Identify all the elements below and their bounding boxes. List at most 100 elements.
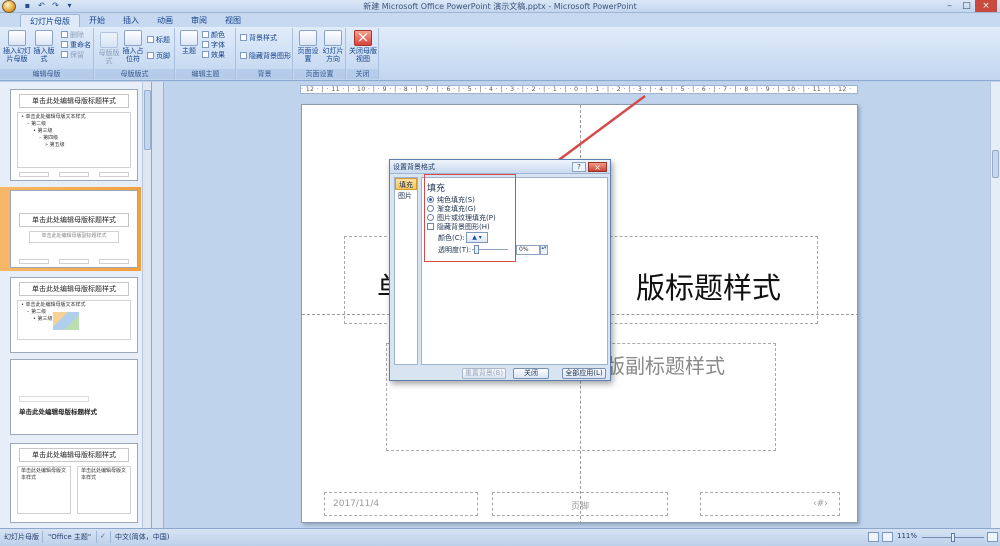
editor-scroll-thumb[interactable] (992, 150, 999, 178)
date-placeholder[interactable]: 2017/11/4 (324, 492, 478, 516)
status-separator (110, 531, 111, 543)
group-edit-master: 插入幻灯片母版 插入版式 删除 重命名 保留 编辑母版 (0, 28, 94, 79)
rename-button[interactable]: 重命名 (61, 41, 91, 50)
hide-background-checkbox[interactable]: 隐藏背景图形(H) (427, 223, 490, 232)
tab-review[interactable]: 审阅 (182, 14, 216, 27)
zoom-slider-thumb[interactable] (951, 533, 955, 542)
tab-insert[interactable]: 插入 (114, 14, 148, 27)
thumbnail-title-layout[interactable]: 单击此处编辑母版标题样式 单击此处编辑母版副标题样式 (10, 190, 138, 268)
thumbnail-body (19, 396, 89, 402)
dialog-close-button[interactable]: × (588, 162, 607, 172)
insert-slide-master-button[interactable]: 插入幻灯片母版 (3, 30, 31, 63)
fit-to-window-icon[interactable] (987, 532, 998, 542)
master-layout-button[interactable]: 母版版式 (97, 32, 121, 65)
tab-animations[interactable]: 动画 (148, 14, 182, 27)
slide-sorter-view-icon[interactable] (882, 532, 893, 542)
thumbnail-footer (99, 259, 129, 264)
radio-icon (427, 205, 434, 212)
insert-placeholder-button[interactable]: 插入占位符 (121, 30, 145, 63)
placeholder-icons (53, 312, 79, 330)
thumbnail-footer (19, 172, 49, 177)
thumbnail-master[interactable]: 单击此处编辑母版标题样式 • 单击此处编辑母版文本样式 – 第二级 • 第三级 … (10, 89, 138, 181)
group-label-edit-theme: 编辑主题 (176, 69, 235, 79)
status-view-mode: 幻灯片母版 (4, 533, 39, 541)
tab-slide-master[interactable]: 幻灯片母版 (20, 14, 80, 27)
thumbnail-title: 单击此处编辑母版标题样式 (19, 448, 129, 462)
radio-icon (427, 214, 434, 221)
fonts-button[interactable]: 字体 (202, 41, 225, 50)
thumbnail-section-header[interactable]: 单击此处编辑母版标题样式 (10, 359, 138, 435)
page-setup-icon (299, 30, 317, 46)
thumbnail-content-layout[interactable]: 单击此处编辑母版标题样式 • 单击此处编辑母版文本样式 – 第二级 • 第三级 (10, 277, 138, 353)
close-master-icon (354, 29, 372, 46)
minimize-button[interactable]: – (941, 0, 958, 12)
close-master-view-button[interactable]: 关闭母版视图 (349, 29, 377, 63)
thumbnail-footer (59, 172, 89, 177)
fonts-icon (202, 41, 209, 48)
thumbnail-title: 单击此处编辑母版标题样式 (19, 213, 129, 227)
title-text-right: 版标题样式 (635, 271, 781, 305)
transparency-label: 透明度(T): (438, 246, 472, 254)
tab-home[interactable]: 开始 (80, 14, 114, 27)
dialog-help-button[interactable]: ? (572, 162, 586, 172)
spellcheck-icon[interactable]: ✓ (100, 532, 106, 540)
delete-button[interactable]: 删除 (61, 31, 84, 40)
footer-checkbox[interactable]: 页脚 (147, 52, 170, 61)
hide-background-graphics-checkbox[interactable]: 隐藏背景图形 (240, 52, 291, 61)
group-close: 关闭母版视图 关闭 (347, 28, 379, 79)
theme-icon (180, 30, 198, 46)
thumbnail-title: 单击此处编辑母版标题样式 (19, 408, 97, 416)
thumbnail-scroll-thumb[interactable] (144, 90, 151, 150)
slide-orientation-button[interactable]: 幻灯片方向 (321, 30, 345, 63)
solid-fill-radio[interactable]: 纯色填充(S) (427, 196, 475, 205)
thumbnail-body: • 单击此处编辑母版文本样式 – 第二级 • 第三级 – 第四级 » 第五级 (17, 112, 131, 168)
transparency-spinner[interactable]: ▴▾ (540, 245, 548, 255)
background-styles-button[interactable]: 背景样式 (240, 34, 277, 43)
preserve-button[interactable]: 保留 (61, 51, 84, 60)
thumbnail-title: 单击此处编辑母版标题样式 (19, 282, 129, 296)
thumbnail-two-content[interactable]: 单击此处编辑母版标题样式 单击此处编辑母版文本样式 单击此处编辑母版文本样式 (10, 443, 138, 523)
editor-vertical-scrollbar[interactable] (990, 82, 1000, 528)
status-separator (42, 531, 43, 543)
group-label-close: 关闭 (347, 69, 378, 79)
page-setup-button[interactable]: 页面设置 (296, 30, 320, 63)
close-window-button[interactable]: × (975, 0, 997, 12)
footer-placeholder[interactable]: 页脚 (492, 492, 668, 516)
layout-icon (35, 30, 53, 46)
picture-fill-radio[interactable]: 图片或纹理填充(P) (427, 214, 496, 223)
apply-to-all-button[interactable]: 全部应用(L) (562, 368, 606, 379)
thumbnail-footer (59, 259, 89, 264)
footer-check-icon (147, 52, 154, 59)
theme-button[interactable]: 主题 (178, 30, 200, 55)
title-checkbox[interactable]: 标题 (147, 36, 170, 45)
gradient-fill-radio[interactable]: 渐变填充(G) (427, 205, 476, 214)
master-layout-icon (100, 32, 118, 48)
dialog-close-action-button[interactable]: 关闭 (513, 368, 549, 379)
transparency-slider-thumb[interactable] (474, 245, 479, 254)
slide-number-placeholder[interactable]: ‹#› (700, 492, 840, 516)
tab-view[interactable]: 视图 (216, 14, 250, 27)
restore-button[interactable]: □ (958, 0, 975, 12)
color-picker-button[interactable]: ▲ ▾ (466, 232, 488, 243)
effects-button[interactable]: 效果 (202, 51, 225, 60)
format-background-dialog: 设置背景格式 ? × 填充 图片 填充 纯色填充(S) 渐变填充(G) 图片或纹… (389, 159, 611, 381)
title-bar: ▪ ↶ ↷ ▾ 新建 Microsoft Office PowerPoint 演… (0, 0, 1000, 13)
window-controls: – □ × (941, 0, 997, 12)
colors-button[interactable]: 颜色 (202, 31, 225, 40)
thumbnail-scrollbar[interactable] (142, 82, 151, 528)
orientation-icon (324, 30, 342, 46)
group-label-page-setup: 页面设置 (294, 69, 345, 79)
fill-section-title: 填充 (427, 184, 446, 194)
normal-view-icon[interactable] (868, 532, 879, 542)
thumbnail-subtitle: 单击此处编辑母版副标题样式 (29, 231, 119, 243)
transparency-input[interactable]: 0% (516, 245, 540, 255)
category-fill[interactable]: 填充 (395, 178, 417, 190)
reset-background-button[interactable]: 重置背景(B) (462, 368, 506, 379)
insert-layout-button[interactable]: 插入版式 (31, 30, 57, 63)
category-picture[interactable]: 图片 (395, 190, 417, 202)
zoom-level[interactable]: 111% (897, 532, 917, 540)
window-title: 新建 Microsoft Office PowerPoint 演示文稿.pptx… (363, 2, 637, 11)
thumbnail-title: 单击此处编辑母版标题样式 (19, 94, 129, 108)
placeholder-icon (124, 30, 142, 46)
thumbnail-footer (99, 172, 129, 177)
